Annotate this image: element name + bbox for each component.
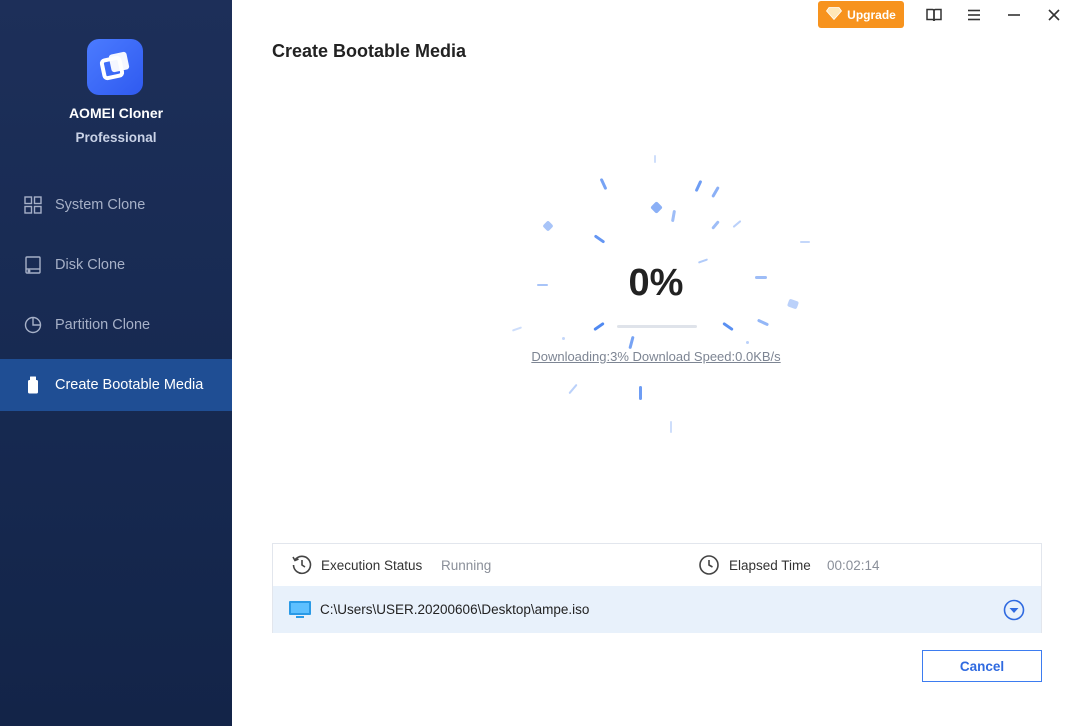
app-edition: Professional (75, 130, 157, 145)
usb-drive-icon (24, 376, 42, 394)
pie-chart-icon (24, 316, 42, 334)
app-name: AOMEI Cloner (68, 105, 164, 121)
sidebar-item-label: Create Bootable Media (55, 377, 204, 393)
sidebar-item-partition-clone[interactable]: Partition Clone (0, 299, 232, 351)
execution-status-value: Running (441, 558, 492, 573)
progress-percent: 0% (628, 262, 684, 304)
disk-icon (24, 256, 42, 274)
elapsed-time-label: Elapsed Time (729, 558, 811, 573)
upgrade-label: Upgrade (847, 7, 896, 22)
sidebar-item-disk-clone[interactable]: Disk Clone (0, 239, 232, 291)
clock-icon (698, 554, 720, 581)
sidebar: AOMEI Cloner Professional System Clone D… (0, 0, 232, 726)
book-icon[interactable] (922, 4, 946, 26)
minimize-icon[interactable] (1002, 4, 1026, 26)
expand-chevron-icon[interactable] (1003, 599, 1025, 626)
upgrade-button[interactable]: Upgrade (818, 1, 904, 28)
sidebar-item-create-bootable-media[interactable]: Create Bootable Media (0, 359, 232, 411)
elapsed-time-value: 00:02:14 (827, 558, 880, 573)
app-logo-icon (87, 39, 143, 95)
grid-icon (24, 196, 42, 214)
sidebar-item-label: Disk Clone (55, 257, 126, 273)
sidebar-item-system-clone[interactable]: System Clone (0, 179, 232, 231)
monitor-icon (288, 600, 312, 625)
sidebar-item-label: System Clone (55, 197, 146, 213)
progress-bar (617, 325, 697, 328)
menu-icon[interactable] (962, 4, 986, 26)
execution-status-panel: Execution Status Running Elapsed Time 00… (272, 543, 1042, 633)
cancel-button[interactable]: Cancel (922, 650, 1042, 682)
diamond-icon (826, 6, 843, 23)
page-title: Create Bootable Media (272, 41, 467, 61)
file-path: C:\Users\USER.20200606\Desktop\ampe.iso (320, 602, 590, 617)
close-icon[interactable] (1042, 4, 1066, 26)
status-row: Execution Status Running Elapsed Time 00… (273, 544, 1041, 586)
execution-status-label: Execution Status (321, 558, 423, 573)
file-row: C:\Users\USER.20200606\Desktop\ampe.iso (273, 586, 1041, 633)
sidebar-item-label: Partition Clone (55, 317, 151, 333)
history-clock-icon (291, 554, 313, 581)
download-status-link[interactable]: Downloading:3% Download Speed:0.0KB/s (456, 349, 856, 364)
